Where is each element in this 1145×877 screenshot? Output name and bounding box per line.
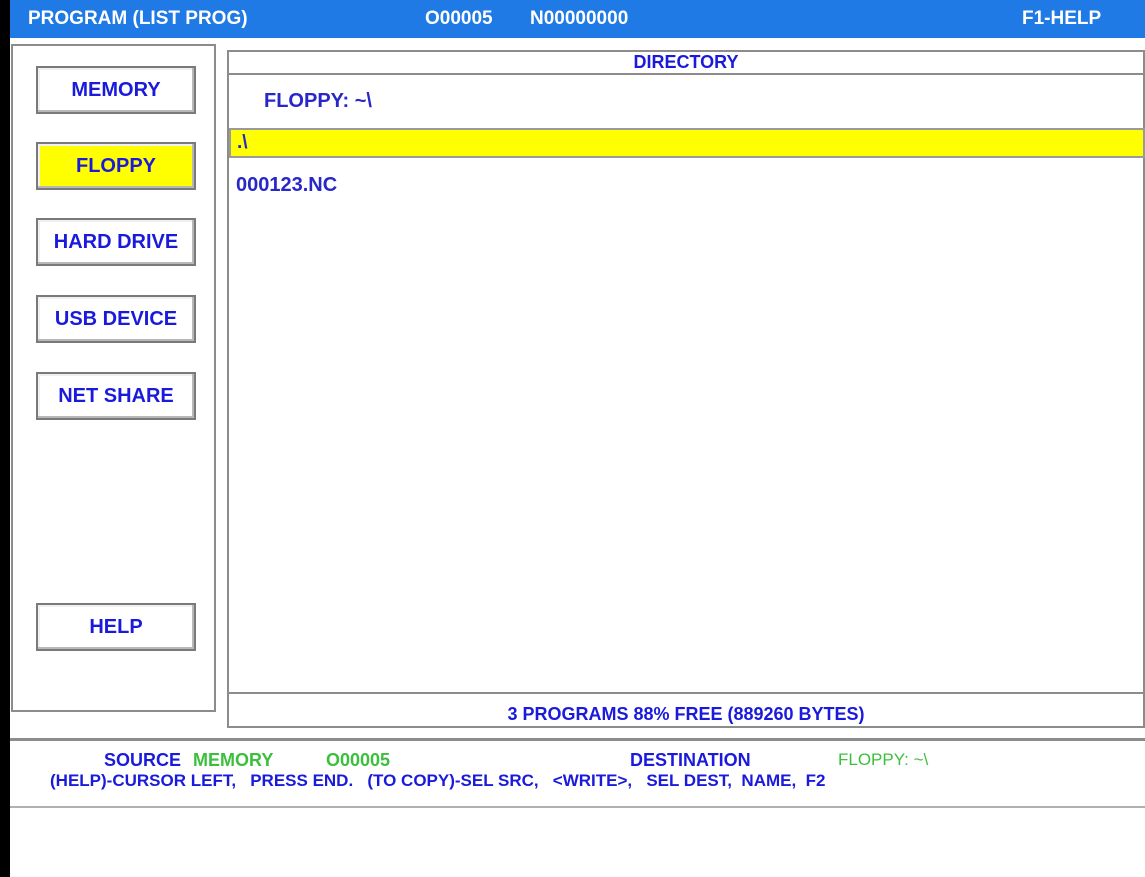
directory-header-rule [227,73,1145,75]
directory-status: 3 PROGRAMS 88% FREE (889260 BYTES) [507,704,865,724]
directory-path: FLOPPY: ~\ [264,90,372,112]
directory-header: DIRECTORY [633,52,739,72]
softkey-memory-label: MEMORY [71,78,161,101]
source-label: SOURCE [104,750,182,770]
destination-path: FLOPPY: ~\ [838,750,929,769]
softkey-hard-drive-label: HARD DRIVE [53,230,179,253]
copy-instructions: (HELP)-CURSOR LEFT, PRESS END. (TO COPY)… [50,771,826,790]
title-mode: PROGRAM (LIST PROG) [28,8,248,29]
screen-left-edge [0,0,10,877]
title-help-hint: F1-HELP [1022,8,1102,29]
softkey-usb-device[interactable]: USB DEVICE [36,295,196,343]
title-bar: PROGRAM (LIST PROG) O00005 N00000000 F1-… [10,0,1145,38]
softkey-memory[interactable]: MEMORY [36,66,196,114]
softkey-net-share[interactable]: NET SHARE [36,372,196,420]
status-rule [227,692,1145,694]
title-program-number: O00005 [425,8,493,29]
source-program: O00005 [326,750,391,770]
directory-entry-file[interactable]: 000123.NC [236,174,337,197]
softkey-floppy-label: FLOPPY [75,154,156,177]
softkey-floppy[interactable]: FLOPPY [36,142,196,190]
source-device: MEMORY [193,750,274,770]
softkey-net-share-label: NET SHARE [58,384,174,407]
softkey-hard-drive[interactable]: HARD DRIVE [36,218,196,266]
help-button[interactable]: HELP [36,603,196,651]
softkey-usb-device-label: USB DEVICE [54,307,178,330]
selected-entry-name: .\ [237,132,248,153]
help-button-label: HELP [89,615,143,638]
directory-entry-selected[interactable]: .\ [229,128,1145,158]
destination-label: DESTINATION [630,750,751,770]
title-sequence-number: N00000000 [530,8,629,29]
info-strip-top-border [10,738,1145,741]
message-area-rule [10,806,1145,808]
